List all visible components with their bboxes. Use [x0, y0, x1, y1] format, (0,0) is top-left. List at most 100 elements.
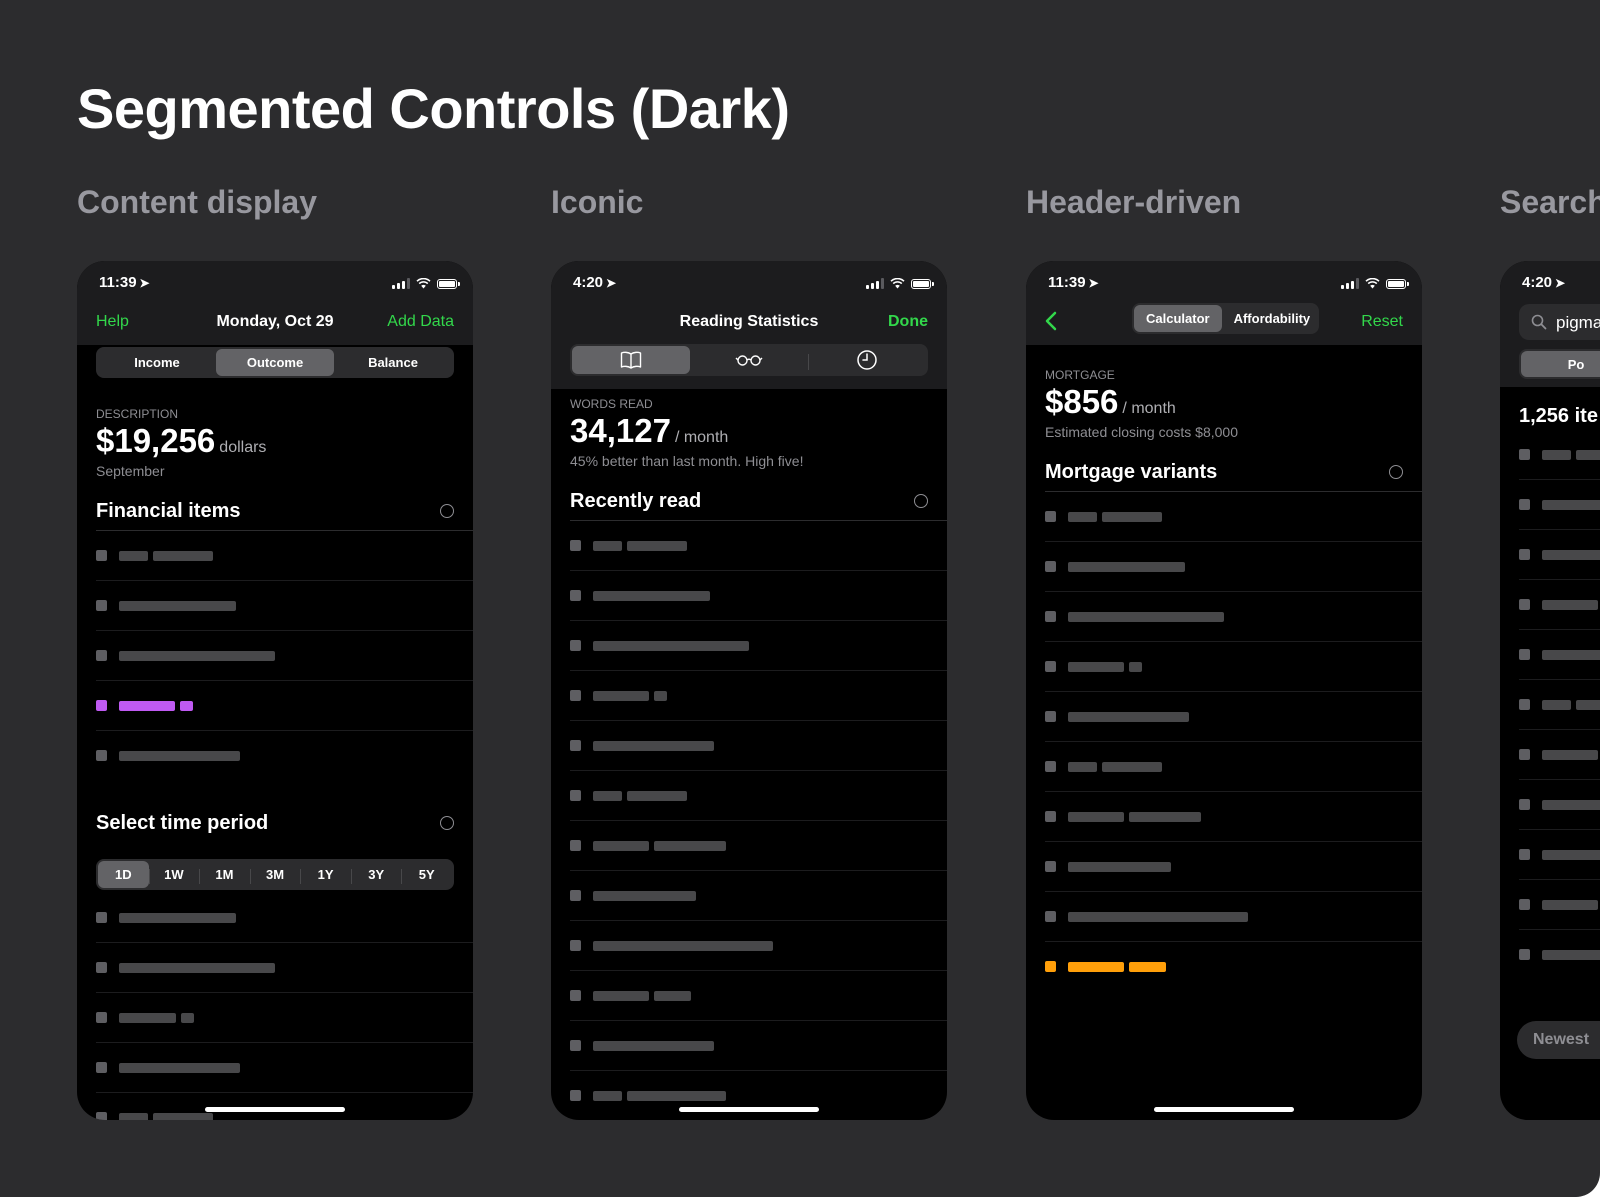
section-label-content-display: Content display	[77, 184, 318, 220]
segment-3y[interactable]: 3Y	[350, 861, 402, 888]
battery-icon	[1386, 278, 1409, 289]
amount-subtitle: September	[96, 463, 165, 479]
search-value: pigma	[1556, 313, 1600, 332]
list-item[interactable]	[1045, 492, 1422, 542]
radio-circle-icon[interactable]	[440, 504, 454, 518]
section-label-search: Search	[1500, 184, 1600, 220]
list-item[interactable]	[570, 521, 947, 571]
segment-1w[interactable]: 1W	[148, 861, 200, 888]
amount-display: 34,127/ month	[570, 412, 729, 449]
list-item[interactable]	[96, 731, 473, 781]
battery-icon	[437, 278, 460, 289]
back-chevron-icon[interactable]	[1040, 309, 1064, 333]
list-item[interactable]	[1045, 542, 1422, 592]
segment-3m[interactable]: 3M	[249, 861, 301, 888]
location-arrow-icon: ➤	[1555, 276, 1566, 290]
segment-outcome[interactable]: Outcome	[216, 349, 334, 376]
search-icon	[1531, 314, 1547, 330]
list-item-highlighted[interactable]	[1045, 942, 1422, 992]
list-item[interactable]	[1519, 680, 1600, 730]
amount-display: $856/ month	[1045, 383, 1176, 420]
list-item[interactable]	[1045, 842, 1422, 892]
list-item[interactable]	[96, 1043, 473, 1093]
list-item[interactable]	[570, 621, 947, 671]
search-segmented-control: Po	[1519, 349, 1600, 379]
clock-icon	[857, 350, 877, 370]
search-input[interactable]: pigma	[1519, 304, 1600, 340]
segment-income[interactable]: Income	[98, 349, 216, 376]
amount-display: $19,256 dollars	[96, 422, 267, 459]
list-item[interactable]	[570, 1021, 947, 1071]
status-icons	[1341, 278, 1409, 289]
list-item[interactable]	[570, 821, 947, 871]
segment-1m[interactable]: 1M	[199, 861, 250, 888]
mortgage-variants-heading: Mortgage variants	[1045, 461, 1218, 483]
segment-calculator[interactable]: Calculator	[1134, 305, 1222, 332]
list-item[interactable]	[96, 531, 473, 581]
list-item[interactable]	[570, 771, 947, 821]
list-item[interactable]	[1519, 480, 1600, 530]
words-read-caption: WORDS READ	[570, 397, 653, 411]
radio-circle-icon[interactable]	[1389, 465, 1403, 479]
list-item[interactable]	[1519, 730, 1600, 780]
phone-search: 4:20 ➤ pigma Po 1,256 ite Newest	[1500, 261, 1600, 1120]
cellular-signal-icon	[1341, 278, 1359, 289]
artboard: Segmented Controls (Dark) Content displa…	[0, 0, 1600, 1197]
segment-1d[interactable]: 1D	[98, 861, 149, 888]
list-item[interactable]	[96, 581, 473, 631]
battery-icon	[911, 278, 934, 289]
list-item[interactable]	[1519, 880, 1600, 930]
home-indicator	[1154, 1107, 1294, 1112]
list-item[interactable]	[570, 721, 947, 771]
list-item[interactable]	[570, 571, 947, 621]
list-item[interactable]	[570, 871, 947, 921]
segment-affordability[interactable]: Affordability	[1222, 305, 1323, 332]
status-time: 4:20 ➤	[1522, 274, 1566, 291]
description-caption: DESCRIPTION	[96, 407, 179, 421]
list-item[interactable]	[570, 971, 947, 1021]
status-icons	[866, 278, 934, 289]
list-item[interactable]	[96, 893, 473, 943]
list-item[interactable]	[570, 1071, 947, 1120]
segment-5y[interactable]: 5Y	[401, 861, 452, 888]
sort-newest-button[interactable]: Newest	[1517, 1021, 1600, 1059]
list-item[interactable]	[1519, 930, 1600, 980]
segment-1y[interactable]: 1Y	[300, 861, 351, 888]
list-item[interactable]	[1519, 630, 1600, 680]
list-item[interactable]	[96, 943, 473, 993]
list-item[interactable]	[1045, 892, 1422, 942]
add-data-button[interactable]: Add Data	[387, 313, 454, 331]
amount-subtitle: Estimated closing costs $8,000	[1045, 424, 1238, 440]
list-item[interactable]	[1519, 430, 1600, 480]
list-item[interactable]	[1045, 792, 1422, 842]
status-time: 4:20 ➤	[573, 274, 617, 291]
list-item[interactable]	[1519, 780, 1600, 830]
list-item[interactable]	[1045, 642, 1422, 692]
list-item[interactable]	[1519, 530, 1600, 580]
wifi-icon	[416, 278, 431, 289]
radio-circle-icon[interactable]	[440, 816, 454, 830]
list-item[interactable]	[570, 921, 947, 971]
reset-button[interactable]: Reset	[1361, 313, 1403, 331]
segment-clock[interactable]	[808, 346, 926, 374]
done-button[interactable]: Done	[888, 313, 928, 331]
amount-subtitle: 45% better than last month. High five!	[570, 453, 804, 469]
home-indicator	[679, 1107, 819, 1112]
list-item-highlighted[interactable]	[96, 681, 473, 731]
list-item[interactable]	[1045, 592, 1422, 642]
icon-segmented-control	[570, 344, 928, 376]
income-segmented-control: Income Outcome Balance	[96, 347, 454, 378]
list-item[interactable]	[1519, 830, 1600, 880]
list-item[interactable]	[1519, 580, 1600, 630]
list-item[interactable]	[1045, 692, 1422, 742]
list-item[interactable]	[96, 631, 473, 681]
list-item[interactable]	[96, 993, 473, 1043]
list-item[interactable]	[570, 671, 947, 721]
segment-selected[interactable]: Po	[1521, 351, 1600, 377]
segment-book[interactable]	[572, 346, 690, 374]
header-segmented-control: Calculator Affordability	[1132, 303, 1319, 334]
radio-circle-icon[interactable]	[914, 494, 928, 508]
segment-balance[interactable]: Balance	[334, 349, 452, 376]
list-item[interactable]	[1045, 742, 1422, 792]
segment-glasses[interactable]	[690, 346, 808, 374]
